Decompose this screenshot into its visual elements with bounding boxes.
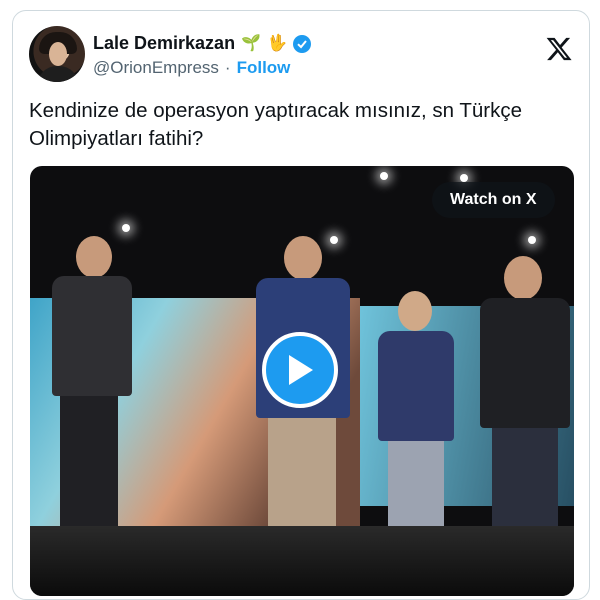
play-button[interactable] xyxy=(262,332,338,408)
tweet-card[interactable]: Lale Demirkazan 🌱 🖖 @OrionEmpress · Foll… xyxy=(12,10,590,600)
avatar-body xyxy=(37,66,79,82)
x-logo-icon[interactable] xyxy=(545,35,573,63)
video-player[interactable]: Watch on X xyxy=(30,166,574,596)
tweet-text: Kendinize de operasyon yaptıracak mısını… xyxy=(29,99,523,150)
seedling-emoji: 🌱 xyxy=(241,34,261,52)
author-handle[interactable]: @OrionEmpress xyxy=(93,58,219,78)
vulcan-salute-emoji: 🖖 xyxy=(267,34,287,52)
stage-floor xyxy=(30,526,574,596)
avatar[interactable] xyxy=(29,26,85,82)
author-handle-row: @OrionEmpress · Follow xyxy=(93,58,290,78)
watch-on-x-button[interactable]: Watch on X xyxy=(432,182,555,218)
handle-separator: · xyxy=(224,58,231,77)
follow-button[interactable]: Follow xyxy=(237,58,291,78)
play-icon xyxy=(289,355,313,385)
avatar-face xyxy=(49,42,67,66)
verified-badge-icon xyxy=(292,34,311,53)
author-name[interactable]: Lale Demirkazan xyxy=(93,33,235,54)
author-name-row: Lale Demirkazan 🌱 🖖 xyxy=(93,33,311,54)
